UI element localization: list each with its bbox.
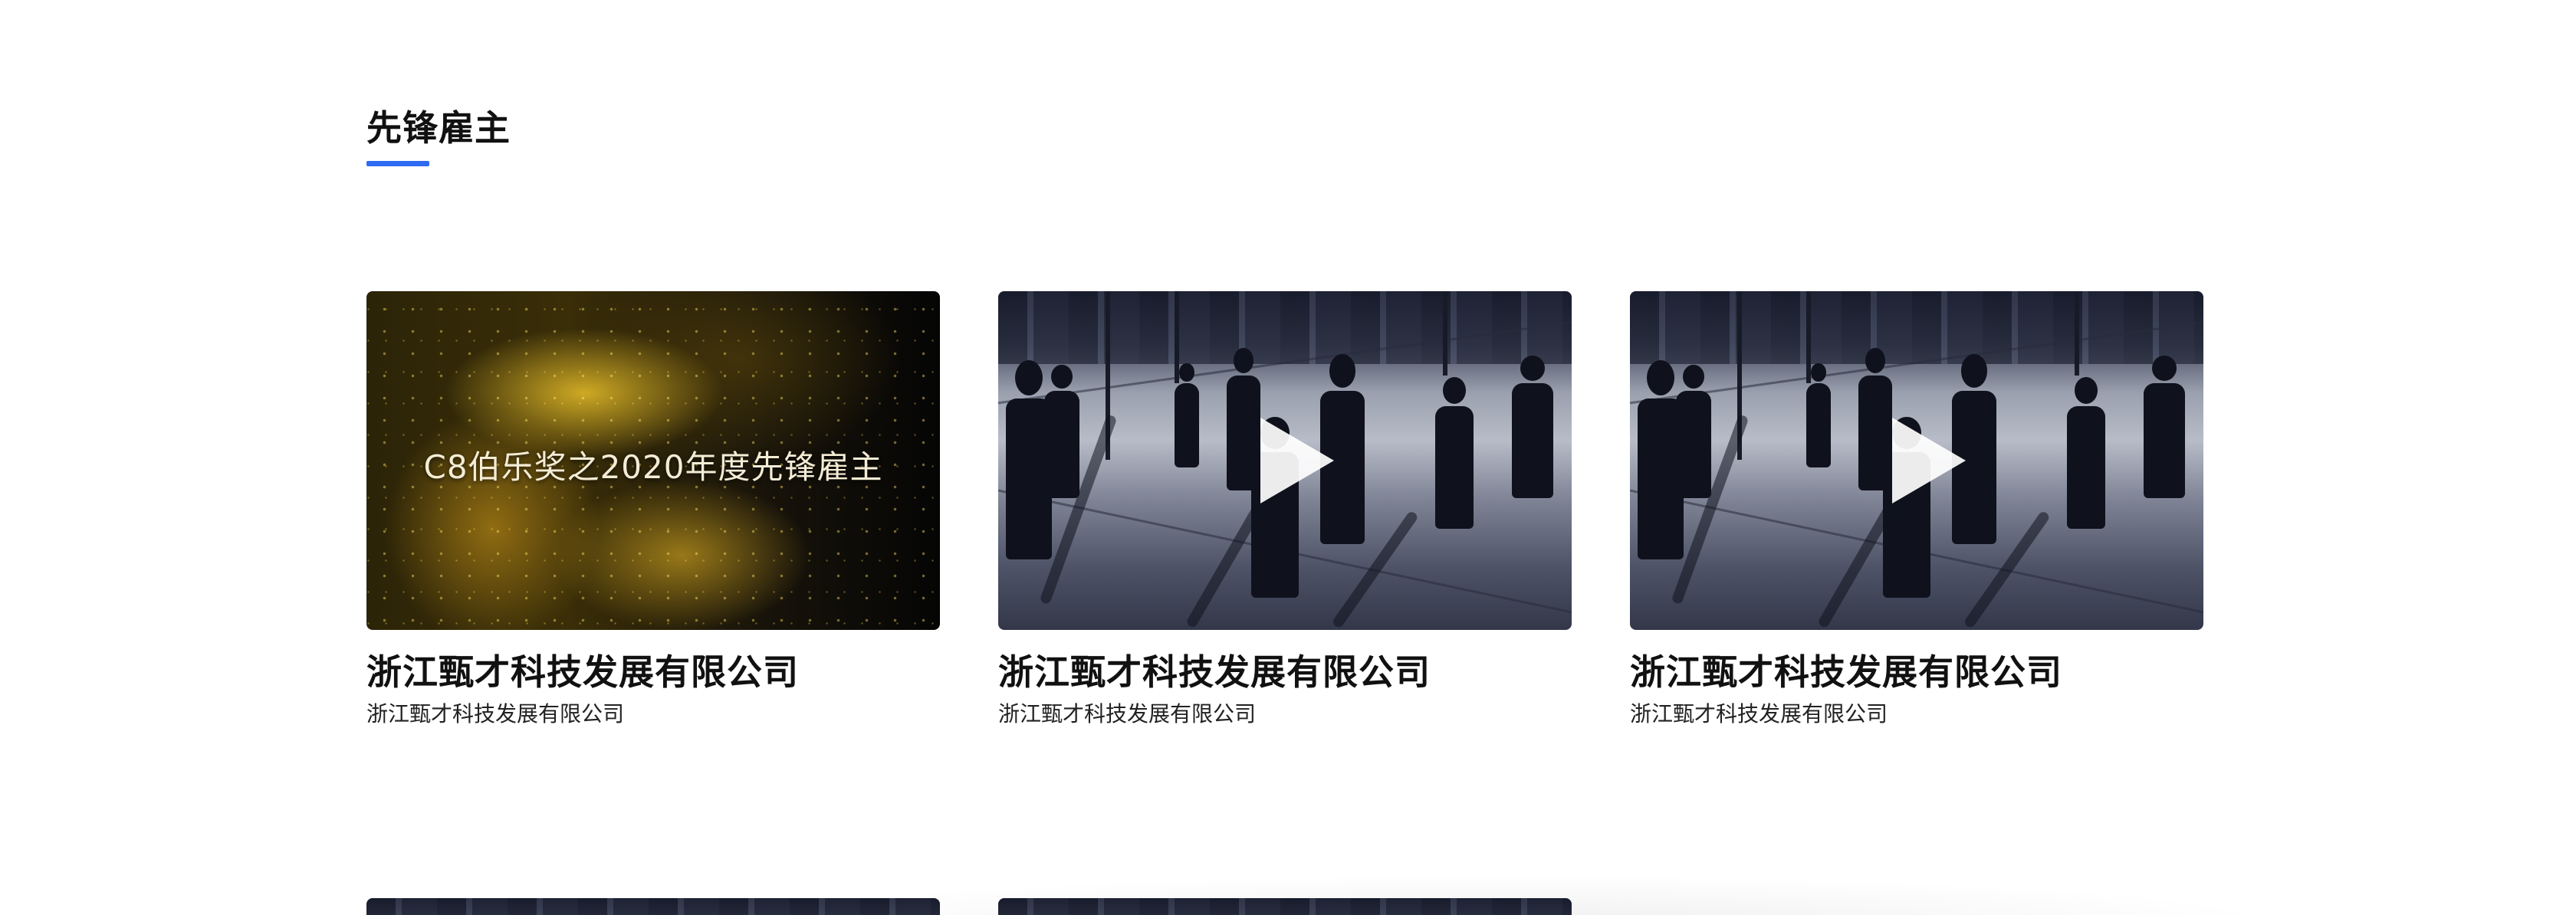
city-skyline (1630, 291, 2203, 364)
card-thumbnail-video[interactable] (998, 291, 1572, 630)
employer-card[interactable]: 浙江甄才科技发展有限公司 浙江甄才科技发展有限公司 (998, 291, 1573, 727)
card-thumbnail-video[interactable] (1630, 291, 2203, 630)
thumbnail-caption: C8伯乐奖之2020年度先锋雇主 (423, 448, 883, 486)
walking-person (2067, 376, 2105, 529)
walking-person (1175, 362, 1199, 467)
card-title[interactable]: 浙江甄才科技发展有限公司 (998, 651, 1573, 694)
card-title[interactable]: 浙江甄才科技发展有限公司 (1630, 651, 2205, 694)
walking-person (2144, 356, 2185, 498)
walking-person (1435, 376, 1474, 529)
lamp-pole (1806, 291, 1811, 383)
employer-card[interactable]: C8伯乐奖之2020年度先锋雇主 浙江甄才科技发展有限公司 浙江甄才科技发展有限… (366, 291, 941, 727)
employer-card[interactable]: 浙江甄才科技发展有限公司 浙江甄才科技发展有限公司 (1630, 291, 2205, 727)
page: 先锋雇主 C8伯乐奖之2020年度先锋雇主 浙江甄才科技发展有限公司 浙江甄才科… (0, 0, 2576, 915)
walking-person (1676, 365, 1711, 498)
city-skyline (366, 898, 940, 915)
section-title: 先锋雇主 (366, 107, 511, 149)
city-skyline (998, 291, 1572, 364)
card-subtitle: 浙江甄才科技发展有限公司 (1630, 701, 1888, 727)
title-underline (366, 161, 429, 167)
lamp-pole (2075, 291, 2079, 376)
next-row (0, 875, 2576, 915)
lamp-pole (1175, 291, 1179, 383)
card-subtitle: 浙江甄才科技发展有限公司 (366, 701, 625, 727)
section-header: 先锋雇主 (366, 107, 511, 167)
card-title[interactable]: 浙江甄才科技发展有限公司 (366, 651, 941, 694)
play-icon[interactable] (1892, 418, 1966, 503)
card-thumbnail-video[interactable] (998, 898, 1572, 915)
walking-person (1512, 356, 1553, 498)
walking-person (1806, 362, 1831, 467)
city-skyline (998, 898, 1572, 915)
walking-person (1044, 365, 1079, 498)
card-thumbnail-award[interactable]: C8伯乐奖之2020年度先锋雇主 (366, 291, 940, 630)
card-thumbnail-video[interactable] (366, 898, 940, 915)
card-subtitle: 浙江甄才科技发展有限公司 (998, 701, 1257, 727)
lamp-pole (1443, 291, 1447, 376)
play-icon[interactable] (1260, 418, 1334, 503)
